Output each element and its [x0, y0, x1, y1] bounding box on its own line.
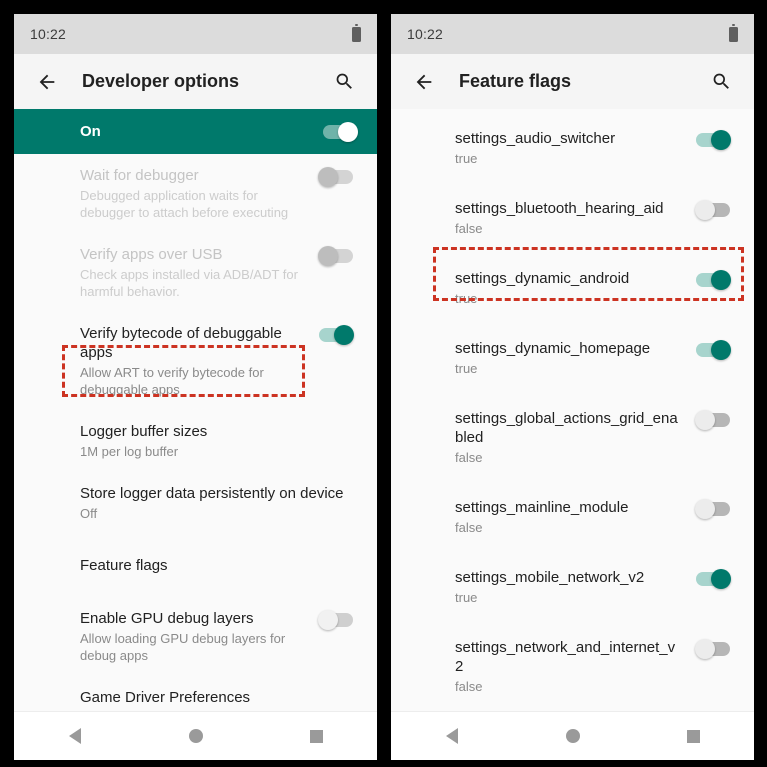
- list-item-title: Verify bytecode of debuggable apps: [80, 325, 282, 361]
- toggle-switch[interactable]: [696, 569, 731, 589]
- list-item[interactable]: Logger buffer sizes 1M per log buffer: [14, 410, 377, 472]
- list-item-dynamic-android[interactable]: settings_dynamic_android true: [391, 249, 754, 319]
- arrow-back-icon[interactable]: [30, 65, 64, 99]
- list-item-title: settings_mobile_network_v2: [455, 569, 645, 586]
- list-item[interactable]: settings_bluetooth_hearing_aid false: [391, 179, 754, 249]
- list-item-switch-slot[interactable]: [692, 339, 734, 360]
- list-item-title: Store logger data persistently on device: [80, 485, 344, 502]
- developer-options-list[interactable]: Wait for debugger Debugged application w…: [14, 154, 377, 751]
- list-item-subtitle: true: [455, 361, 478, 376]
- list-item[interactable]: Store logger data persistently on device…: [14, 472, 377, 534]
- list-item-title: Wait for debugger: [80, 167, 199, 184]
- list-item-switch-slot[interactable]: [692, 638, 734, 659]
- list-item-switch-slot[interactable]: [315, 166, 357, 187]
- developer-options-master-switch[interactable]: On: [14, 109, 377, 154]
- navigation-bar: [14, 711, 377, 760]
- battery-icon: [352, 23, 361, 42]
- list-item-subtitle: false: [455, 679, 483, 694]
- list-item[interactable]: settings_mobile_network_v2 true: [391, 548, 754, 618]
- status-bar: 10:22: [14, 14, 377, 54]
- search-icon[interactable]: [327, 65, 361, 99]
- toggle-switch[interactable]: [695, 639, 730, 659]
- list-item[interactable]: settings_network_and_internet_v2 false: [391, 618, 754, 707]
- list-item[interactable]: Wait for debugger Debugged application w…: [14, 154, 377, 233]
- list-item-subtitle: Allow ART to verify bytecode for debugga…: [80, 365, 264, 397]
- list-item-subtitle: true: [455, 151, 478, 166]
- list-item-switch-slot[interactable]: [692, 409, 734, 430]
- toggle-switch[interactable]: [696, 130, 731, 150]
- arrow-back-icon[interactable]: [407, 65, 441, 99]
- navigation-bar: [391, 711, 754, 760]
- app-bar: Developer options: [14, 54, 377, 109]
- nav-back-icon[interactable]: [45, 716, 105, 756]
- toggle-switch[interactable]: [695, 200, 730, 220]
- page-title: Feature flags: [459, 71, 572, 91]
- list-item-subtitle: false: [455, 450, 483, 465]
- list-item-switch-slot[interactable]: [692, 269, 734, 290]
- toggle-switch[interactable]: [318, 167, 353, 187]
- nav-recents-icon[interactable]: [287, 716, 347, 756]
- list-item-subtitle: Off: [80, 506, 98, 521]
- status-bar-time: 10:22: [30, 26, 67, 42]
- list-item-title: settings_bluetooth_hearing_aid: [455, 200, 664, 217]
- phone-screen-developer-options: 10:22 Developer options On Wait for debu…: [14, 14, 377, 760]
- page-title: Developer options: [82, 71, 240, 91]
- list-item-subtitle: Debugged application waits for debugger …: [80, 188, 289, 220]
- master-switch-toggle[interactable]: [323, 121, 358, 142]
- toggle-switch[interactable]: [696, 340, 731, 360]
- phone-screen-feature-flags: 10:22 Feature flags settings_audio_switc…: [391, 14, 754, 760]
- toggle-switch[interactable]: [696, 270, 731, 290]
- list-item[interactable]: settings_global_actions_grid_enabled fal…: [391, 389, 754, 478]
- search-icon[interactable]: [704, 65, 738, 99]
- nav-home-icon[interactable]: [166, 716, 226, 756]
- list-item-title: Verify apps over USB: [80, 246, 223, 263]
- list-item-switch-slot[interactable]: [692, 129, 734, 150]
- list-item-title: settings_audio_switcher: [455, 130, 616, 147]
- status-bar-time: 10:22: [407, 26, 444, 42]
- screenshot-stage: 10:22 Developer options On Wait for debu…: [0, 0, 767, 767]
- list-item-title: Enable GPU debug layers: [80, 610, 254, 627]
- list-item-switch-slot[interactable]: [692, 498, 734, 519]
- list-item-subtitle: Check apps installed via ADB/ADT for har…: [80, 267, 298, 299]
- list-item-title: Logger buffer sizes: [80, 423, 208, 440]
- status-bar: 10:22: [391, 14, 754, 54]
- list-item-title: settings_network_and_internet_v2: [455, 639, 676, 675]
- nav-recents-icon[interactable]: [664, 716, 724, 756]
- toggle-switch[interactable]: [319, 325, 354, 345]
- list-item-switch-slot[interactable]: [692, 568, 734, 589]
- list-item-subtitle: false: [455, 221, 483, 236]
- list-item-subtitle: Allow loading GPU debug layers for debug…: [80, 631, 286, 663]
- nav-back-icon[interactable]: [422, 716, 482, 756]
- list-item[interactable]: Verify bytecode of debuggable apps Allow…: [14, 312, 377, 410]
- list-item[interactable]: settings_mainline_module false: [391, 478, 754, 548]
- list-item-subtitle: true: [455, 291, 478, 306]
- toggle-switch[interactable]: [318, 246, 353, 266]
- list-item-title: settings_dynamic_android: [455, 270, 630, 287]
- list-item-title: Game Driver Preferences: [80, 689, 251, 706]
- list-item[interactable]: settings_audio_switcher true: [391, 109, 754, 179]
- toggle-switch[interactable]: [695, 410, 730, 430]
- list-item-feature-flags[interactable]: Feature flags: [14, 534, 377, 597]
- app-bar: Feature flags: [391, 54, 754, 109]
- list-item-subtitle: false: [455, 520, 483, 535]
- master-switch-label: On: [80, 123, 101, 140]
- list-item-switch-slot[interactable]: [315, 245, 357, 266]
- list-item-title: settings_global_actions_grid_enabled: [455, 410, 678, 446]
- list-item-title: Feature flags: [80, 557, 168, 574]
- list-item-title: settings_mainline_module: [455, 499, 629, 516]
- list-item[interactable]: Verify apps over USB Check apps installe…: [14, 233, 377, 312]
- feature-flags-list[interactable]: settings_audio_switcher true settings_bl…: [391, 109, 754, 751]
- list-item[interactable]: Enable GPU debug layers Allow loading GP…: [14, 597, 377, 676]
- list-item-switch-slot[interactable]: [692, 199, 734, 220]
- list-item-subtitle: 1M per log buffer: [80, 444, 179, 459]
- list-item-switch-slot[interactable]: [315, 609, 357, 630]
- toggle-switch[interactable]: [695, 499, 730, 519]
- list-item[interactable]: settings_dynamic_homepage true: [391, 319, 754, 389]
- toggle-switch[interactable]: [318, 610, 353, 630]
- battery-icon: [729, 23, 738, 42]
- list-item-switch-slot[interactable]: [315, 324, 357, 345]
- nav-home-icon[interactable]: [543, 716, 603, 756]
- list-item-subtitle: true: [455, 590, 478, 605]
- list-item-title: settings_dynamic_homepage: [455, 340, 651, 357]
